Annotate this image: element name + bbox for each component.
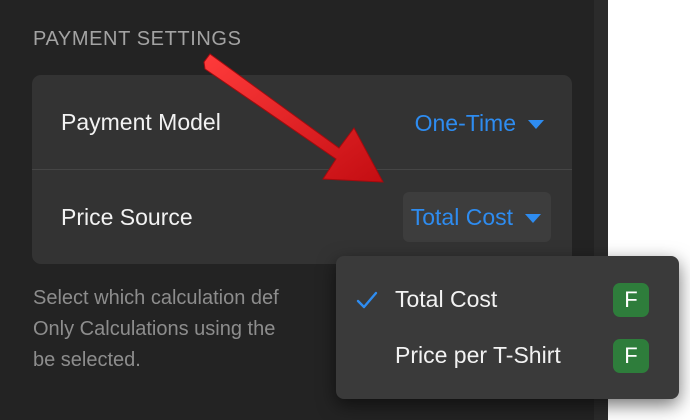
dropdown-option-price-per-t-shirt[interactable]: Price per T-Shirt F bbox=[336, 328, 679, 384]
formula-badge: F bbox=[613, 339, 649, 373]
price-source-dropdown-menu: Total Cost F Price per T-Shirt F bbox=[336, 256, 679, 399]
option-label: Total Cost bbox=[395, 286, 498, 312]
page: PAYMENT SETTINGS Payment Model One-Time … bbox=[0, 0, 690, 420]
formula-badge: F bbox=[613, 283, 649, 317]
checkmark-icon bbox=[356, 291, 378, 309]
dropdown-option-total-cost[interactable]: Total Cost F bbox=[336, 272, 679, 328]
option-label: Price per T-Shirt bbox=[395, 342, 561, 368]
